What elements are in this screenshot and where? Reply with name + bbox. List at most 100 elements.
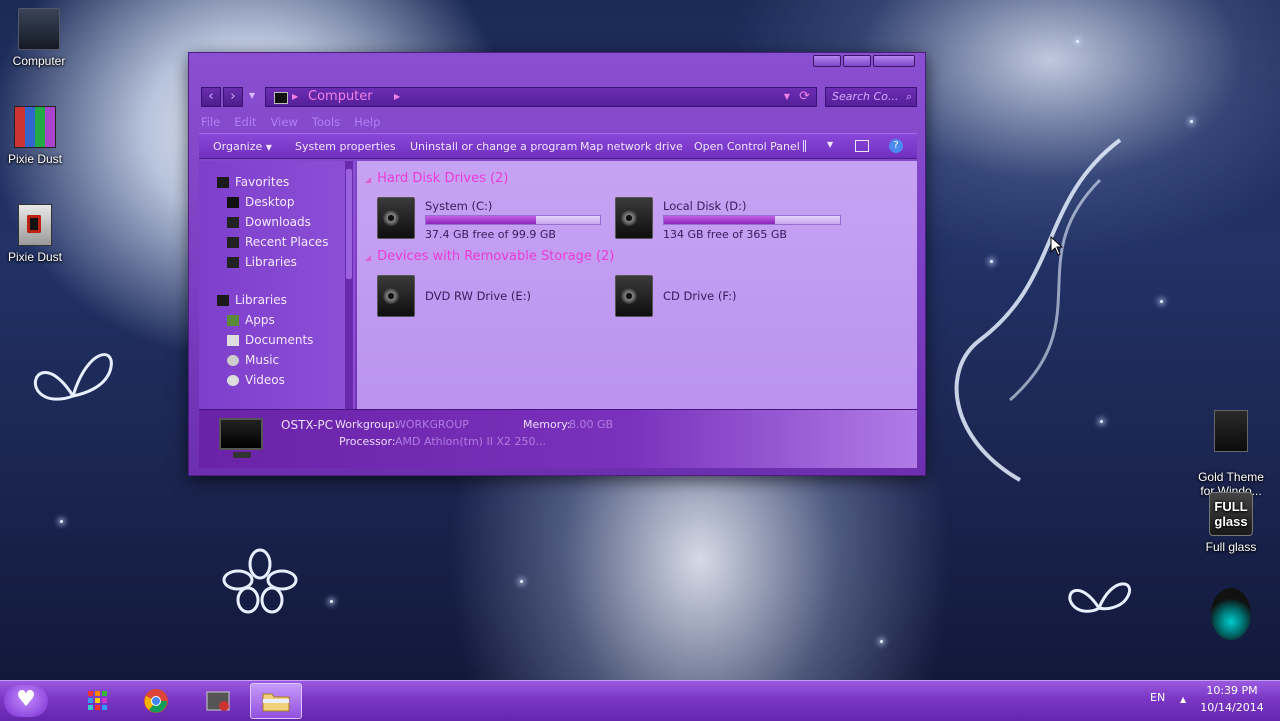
scrollbar-thumb[interactable]: [346, 169, 352, 279]
map-network-drive-button[interactable]: Map network drive: [580, 140, 683, 153]
drive-item-e[interactable]: DVD RW Drive (E:): [377, 275, 557, 321]
nav-music[interactable]: Music: [227, 351, 279, 369]
processor-label: Processor:: [339, 435, 396, 448]
desktop-icon-label: Computer: [12, 54, 66, 68]
drive-item-f[interactable]: CD Drive (F:): [615, 275, 795, 321]
apps-grid-icon: [88, 691, 107, 710]
drive-name: Local Disk (D:): [663, 199, 747, 213]
search-input[interactable]: Search Co... ⌕: [825, 87, 917, 107]
desktop-icon-computer[interactable]: Computer: [0, 8, 78, 68]
show-hidden-icons-button[interactable]: ▲: [1180, 695, 1186, 704]
drive-item-d[interactable]: Local Disk (D:) 134 GB free of 365 GB: [615, 197, 841, 243]
address-bar[interactable]: ▶ Computer ▶ ▼ ⟳: [265, 87, 817, 107]
nav-label: Libraries: [245, 255, 297, 269]
nav-label: Libraries: [235, 293, 287, 307]
nav-libraries-favorite[interactable]: Libraries: [227, 253, 297, 271]
taskbar-app-button[interactable]: [192, 683, 244, 719]
open-control-panel-button[interactable]: Open Control Panel: [694, 140, 800, 153]
butterfly-decoration: [1068, 582, 1132, 613]
nav-label: Apps: [245, 313, 275, 327]
chrome-icon: [144, 689, 168, 713]
collapse-icon: ◢: [365, 175, 372, 184]
mouse-cursor: [1050, 236, 1064, 256]
drive-item-c[interactable]: System (C:) 37.4 GB free of 99.9 GB: [377, 197, 603, 243]
desktop-icon-pixie-dust[interactable]: Pixie Dust: [0, 204, 74, 264]
pc-name: OSTX-PC: [281, 418, 333, 432]
breadcrumb-computer[interactable]: Computer: [308, 88, 373, 106]
menu-view[interactable]: View: [271, 115, 298, 131]
help-icon[interactable]: ?: [889, 139, 903, 153]
sparkle: [1076, 40, 1079, 43]
desktop-icon-label: Pixie Dust: [7, 152, 63, 166]
memory-value: 8.00 GB: [569, 418, 614, 431]
clock[interactable]: 10:39 PM 10/14/2014: [1196, 684, 1268, 714]
nav-label: Documents: [245, 333, 314, 347]
videos-icon: [227, 374, 239, 386]
view-dropdown-icon[interactable]: ▼: [827, 140, 833, 149]
menu-tools[interactable]: Tools: [312, 115, 340, 131]
command-bar: Organize ▼ System properties Uninstall o…: [199, 133, 917, 159]
nav-favorites[interactable]: Favorites: [217, 173, 289, 191]
nav-recent-places[interactable]: Recent Places: [227, 233, 328, 251]
explorer-window: ‹ › ▼ ▶ Computer ▶ ▼ ⟳ Search Co... ⌕ Fi…: [188, 52, 926, 476]
menu-file[interactable]: File: [201, 115, 220, 131]
group-header-removable[interactable]: ◢ Devices with Removable Storage (2): [365, 249, 614, 264]
clock-date: 10/14/2014: [1200, 701, 1264, 714]
minimize-button[interactable]: [813, 55, 841, 67]
window-caption-buttons: [813, 55, 915, 67]
desktop-icon-label: Full glass: [1205, 540, 1257, 554]
maximize-button[interactable]: [843, 55, 871, 67]
organize-button[interactable]: Organize ▼: [213, 140, 272, 153]
refresh-icon[interactable]: ⟳: [799, 88, 810, 106]
workgroup-label: Workgroup:: [335, 418, 399, 431]
desktop-icon: [227, 196, 239, 208]
flower-decoration: [222, 548, 298, 614]
music-icon: [227, 354, 239, 366]
start-button[interactable]: ♥: [4, 685, 48, 717]
uninstall-program-button[interactable]: Uninstall or change a program: [410, 140, 577, 153]
desktop-icon-pixie-dust-archive[interactable]: Pixie Dust: [0, 106, 74, 166]
nav-apps[interactable]: Apps: [227, 311, 275, 329]
nav-libraries[interactable]: Libraries: [217, 291, 287, 309]
details-pane: OSTX-PC Workgroup: WORKGROUP Memory: 8.0…: [199, 409, 917, 468]
hard-drive-icon: [615, 197, 653, 239]
group-header-hard-disks[interactable]: ◢ Hard Disk Drives (2): [365, 171, 508, 186]
taskbar-chrome-button[interactable]: [130, 683, 182, 719]
app-icon: [206, 691, 230, 711]
drive-usage-fill: [426, 216, 536, 224]
computer-icon: [18, 8, 60, 50]
close-button[interactable]: [873, 55, 915, 67]
drive-name: CD Drive (F:): [663, 289, 737, 303]
system-properties-button[interactable]: System properties: [295, 140, 396, 153]
nav-desktop[interactable]: Desktop: [227, 193, 295, 211]
dvd-drive-icon: [377, 275, 415, 317]
nav-downloads[interactable]: Downloads: [227, 213, 311, 231]
address-dropdown-icon[interactable]: ▼: [784, 88, 790, 106]
taskbar-apps-button[interactable]: [72, 683, 124, 719]
language-indicator[interactable]: EN: [1150, 691, 1165, 704]
desktop-icon-recycle-bin[interactable]: [1192, 588, 1270, 644]
sparkle: [1190, 120, 1193, 123]
back-button[interactable]: ‹: [201, 87, 221, 107]
preview-pane-icon[interactable]: [855, 140, 869, 152]
drive-usage-bar: [425, 215, 601, 225]
sparkle: [60, 520, 63, 523]
nav-documents[interactable]: Documents: [227, 331, 313, 349]
nav-videos[interactable]: Videos: [227, 371, 285, 389]
nav-label: Downloads: [245, 215, 311, 229]
apps-icon: [227, 314, 239, 326]
forward-button[interactable]: ›: [223, 87, 243, 107]
recent-pages-dropdown[interactable]: ▼: [245, 87, 259, 107]
nav-label: Music: [245, 353, 280, 367]
menu-edit[interactable]: Edit: [234, 115, 256, 131]
view-options-icon[interactable]: [803, 140, 820, 152]
heart-icon: ♥: [16, 687, 36, 712]
desktop-icon-label: Pixie Dust: [7, 250, 63, 264]
navigation-scrollbar[interactable]: [345, 161, 353, 409]
group-header-label: Hard Disk Drives (2): [377, 171, 509, 186]
menu-help[interactable]: Help: [354, 115, 380, 131]
monitor-stand: [233, 452, 251, 458]
content-pane: ◢ Hard Disk Drives (2) System (C:) 37.4 G…: [357, 161, 917, 409]
taskbar-explorer-button[interactable]: [250, 683, 302, 719]
desktop-icon-full-glass[interactable]: FULL glass Full glass: [1192, 492, 1270, 554]
